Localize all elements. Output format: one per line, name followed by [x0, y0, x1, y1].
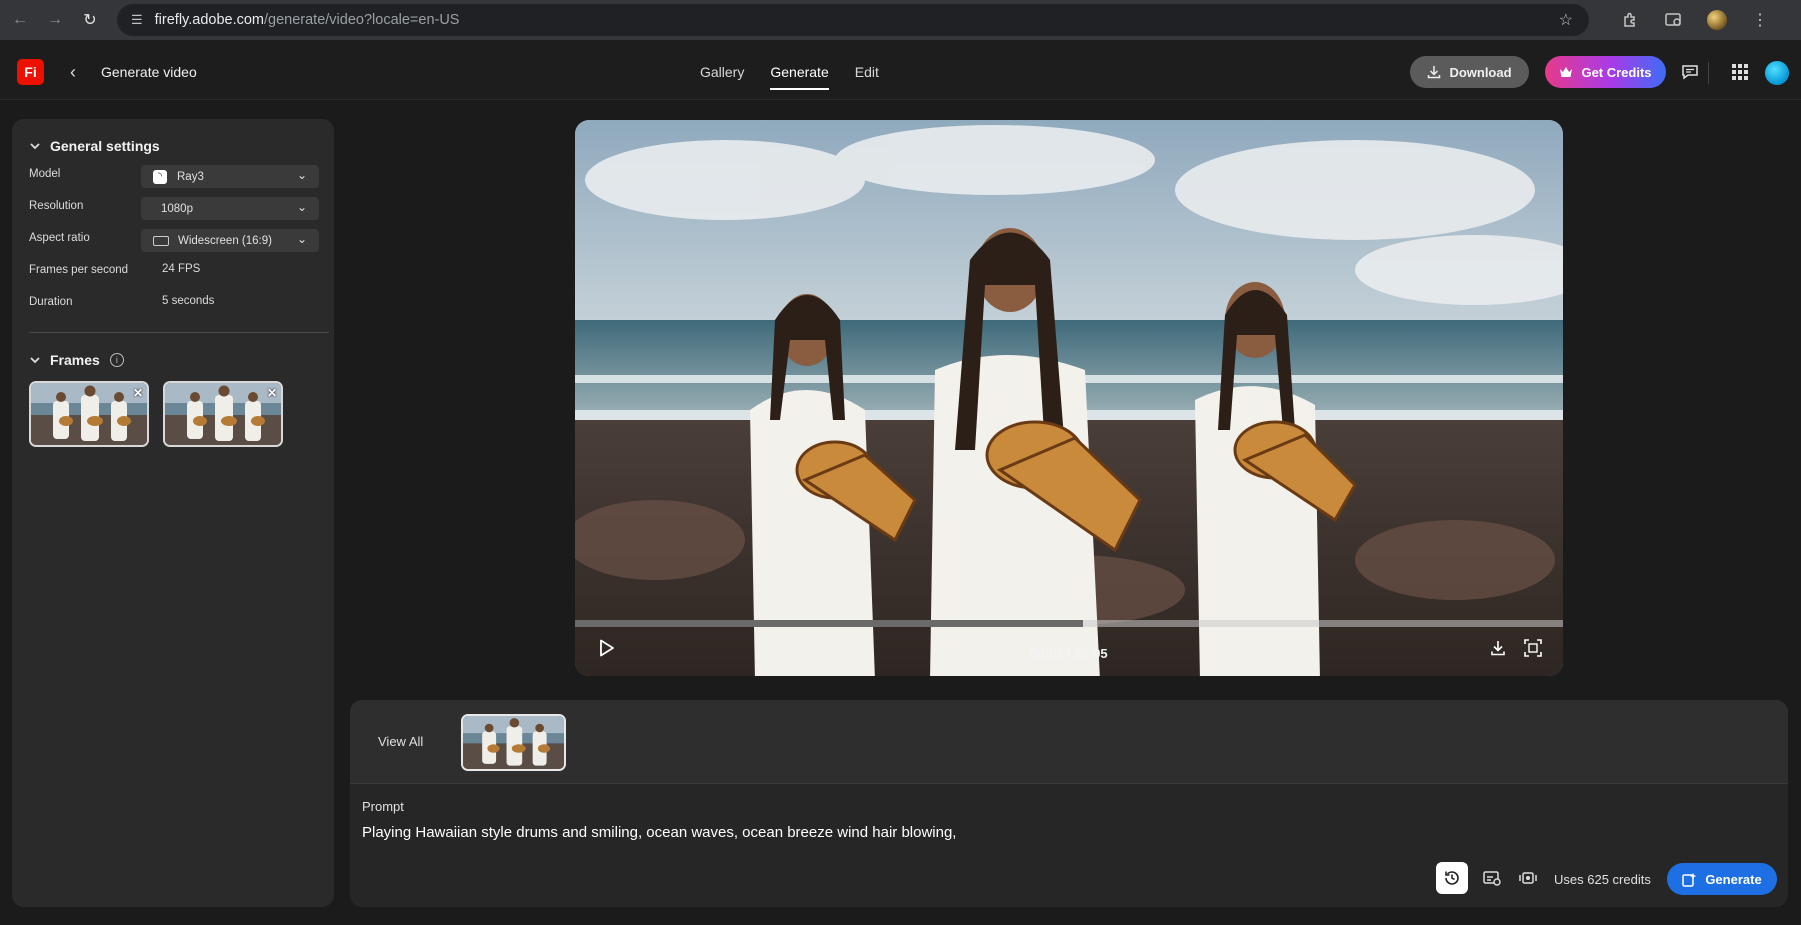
chevron-down-icon: ⌄: [296, 200, 307, 214]
header-divider: [1708, 62, 1709, 84]
general-settings-toggle[interactable]: General settings: [30, 138, 160, 154]
frames-title: Frames: [50, 352, 100, 368]
extensions-icon[interactable]: [1619, 9, 1641, 31]
chevron-down-icon: ⌄: [296, 232, 307, 246]
firefly-logo[interactable]: Fi: [17, 59, 44, 85]
bookmark-star-icon[interactable]: ☆: [1559, 10, 1573, 30]
generations-strip: View All: [350, 700, 1788, 784]
aspect-ratio-picker[interactable]: Widescreen (16:9) ⌄: [141, 229, 319, 252]
duration-label: Duration: [29, 296, 73, 308]
credits-usage: Uses 625 credits: [1554, 872, 1651, 887]
model-picker[interactable]: ◝ Ray3 ⌄: [141, 165, 319, 188]
crown-icon: [1560, 67, 1573, 77]
video-frame-image: [575, 120, 1563, 676]
model-logo-icon: ◝: [153, 169, 167, 184]
fps-value: 24 FPS: [162, 263, 201, 275]
back-chevron-icon[interactable]: ‹: [70, 62, 84, 82]
reload-icon[interactable]: ↻: [72, 2, 108, 38]
tab-edit[interactable]: Edit: [855, 64, 879, 90]
model-label: Model: [29, 168, 61, 180]
frame-image: [165, 383, 281, 445]
chevron-down-icon: [30, 357, 40, 364]
browser-actions: ⋮: [1619, 0, 1801, 40]
generation-thumbnail[interactable]: [461, 714, 566, 771]
resolution-picker[interactable]: 1080p ⌄: [141, 197, 319, 220]
tab-generate[interactable]: Generate: [770, 64, 830, 90]
forward-arrow-icon[interactable]: →: [37, 2, 73, 38]
progress-track[interactable]: [575, 620, 1563, 627]
browser-toolbar: ← → ↻ ☰ firefly.adobe.com/generate/video…: [0, 0, 1801, 40]
download-button[interactable]: Download: [1410, 56, 1529, 88]
generate-button[interactable]: Generate: [1667, 863, 1777, 895]
resolution-label: Resolution: [29, 200, 84, 212]
main-tabs: Gallery Generate Edit: [700, 64, 905, 90]
general-settings-title: General settings: [50, 138, 160, 154]
fps-label: Frames per second: [29, 264, 129, 276]
duration-value: 5 seconds: [162, 295, 215, 307]
page-title: Generate video: [101, 64, 197, 80]
tab-gallery[interactable]: Gallery: [700, 64, 744, 90]
remove-frame-icon[interactable]: ✕: [267, 386, 277, 400]
camera-motion-icon[interactable]: [1512, 862, 1544, 894]
style-reference-icon[interactable]: [1476, 862, 1508, 894]
chevron-down-icon: [30, 143, 40, 150]
apps-grid-icon[interactable]: [1730, 62, 1750, 82]
timecode: 00:02 / 00:05: [1030, 646, 1108, 661]
user-avatar[interactable]: [1765, 61, 1789, 85]
widescreen-icon: [153, 235, 169, 246]
menu-dots-icon[interactable]: ⋮: [1749, 9, 1771, 31]
feedback-icon[interactable]: [1680, 62, 1700, 82]
frame-image: [31, 383, 147, 445]
progress-fill: [575, 620, 1083, 627]
generate-label: Generate: [1705, 871, 1762, 887]
section-divider: [29, 332, 329, 333]
model-value: Ray3: [177, 170, 204, 183]
back-arrow-icon[interactable]: ←: [2, 2, 38, 38]
prompt-input[interactable]: Playing Hawaiian style drums and smiling…: [362, 824, 956, 841]
generation-image: [463, 716, 564, 769]
aspect-ratio-value: Widescreen (16:9): [178, 234, 272, 247]
address-bar[interactable]: ☰ firefly.adobe.com/generate/video?local…: [117, 4, 1589, 36]
video-player[interactable]: 00:02 / 00:05: [575, 120, 1563, 676]
generate-icon: [1682, 872, 1697, 887]
start-frame-thumbnail[interactable]: ✕: [29, 381, 149, 447]
download-icon: [1428, 66, 1441, 79]
profile-avatar-icon[interactable]: [1707, 10, 1727, 30]
aspect-ratio-label: Aspect ratio: [29, 232, 90, 244]
history-icon[interactable]: [1436, 862, 1468, 894]
video-download-icon[interactable]: [1486, 636, 1510, 660]
prompt-label: Prompt: [362, 799, 404, 814]
url-path: /generate/video?locale=en-US: [264, 12, 460, 28]
view-all-link[interactable]: View All: [378, 734, 423, 749]
prompt-panel: View All Prompt Playing Hawaiian style d…: [350, 700, 1788, 907]
frames-toggle[interactable]: Frames i: [30, 352, 124, 368]
info-icon[interactable]: i: [109, 353, 124, 367]
settings-panel: General settings Model ◝ Ray3 ⌄ Resoluti…: [12, 119, 334, 907]
chevron-down-icon: ⌄: [296, 168, 307, 182]
download-label: Download: [1449, 64, 1512, 80]
site-settings-icon[interactable]: ☰: [131, 12, 143, 28]
remove-frame-icon[interactable]: ✕: [133, 386, 143, 400]
tab-search-icon[interactable]: [1663, 9, 1685, 31]
end-frame-thumbnail[interactable]: ✕: [163, 381, 283, 447]
resolution-value: 1080p: [161, 202, 193, 215]
url-host: firefly.adobe.com: [154, 12, 264, 28]
get-credits-button[interactable]: Get Credits: [1545, 56, 1666, 88]
app-header: Fi ‹ Generate video Gallery Generate Edi…: [0, 40, 1801, 100]
get-credits-label: Get Credits: [1581, 64, 1652, 80]
fullscreen-icon[interactable]: [1521, 636, 1545, 660]
